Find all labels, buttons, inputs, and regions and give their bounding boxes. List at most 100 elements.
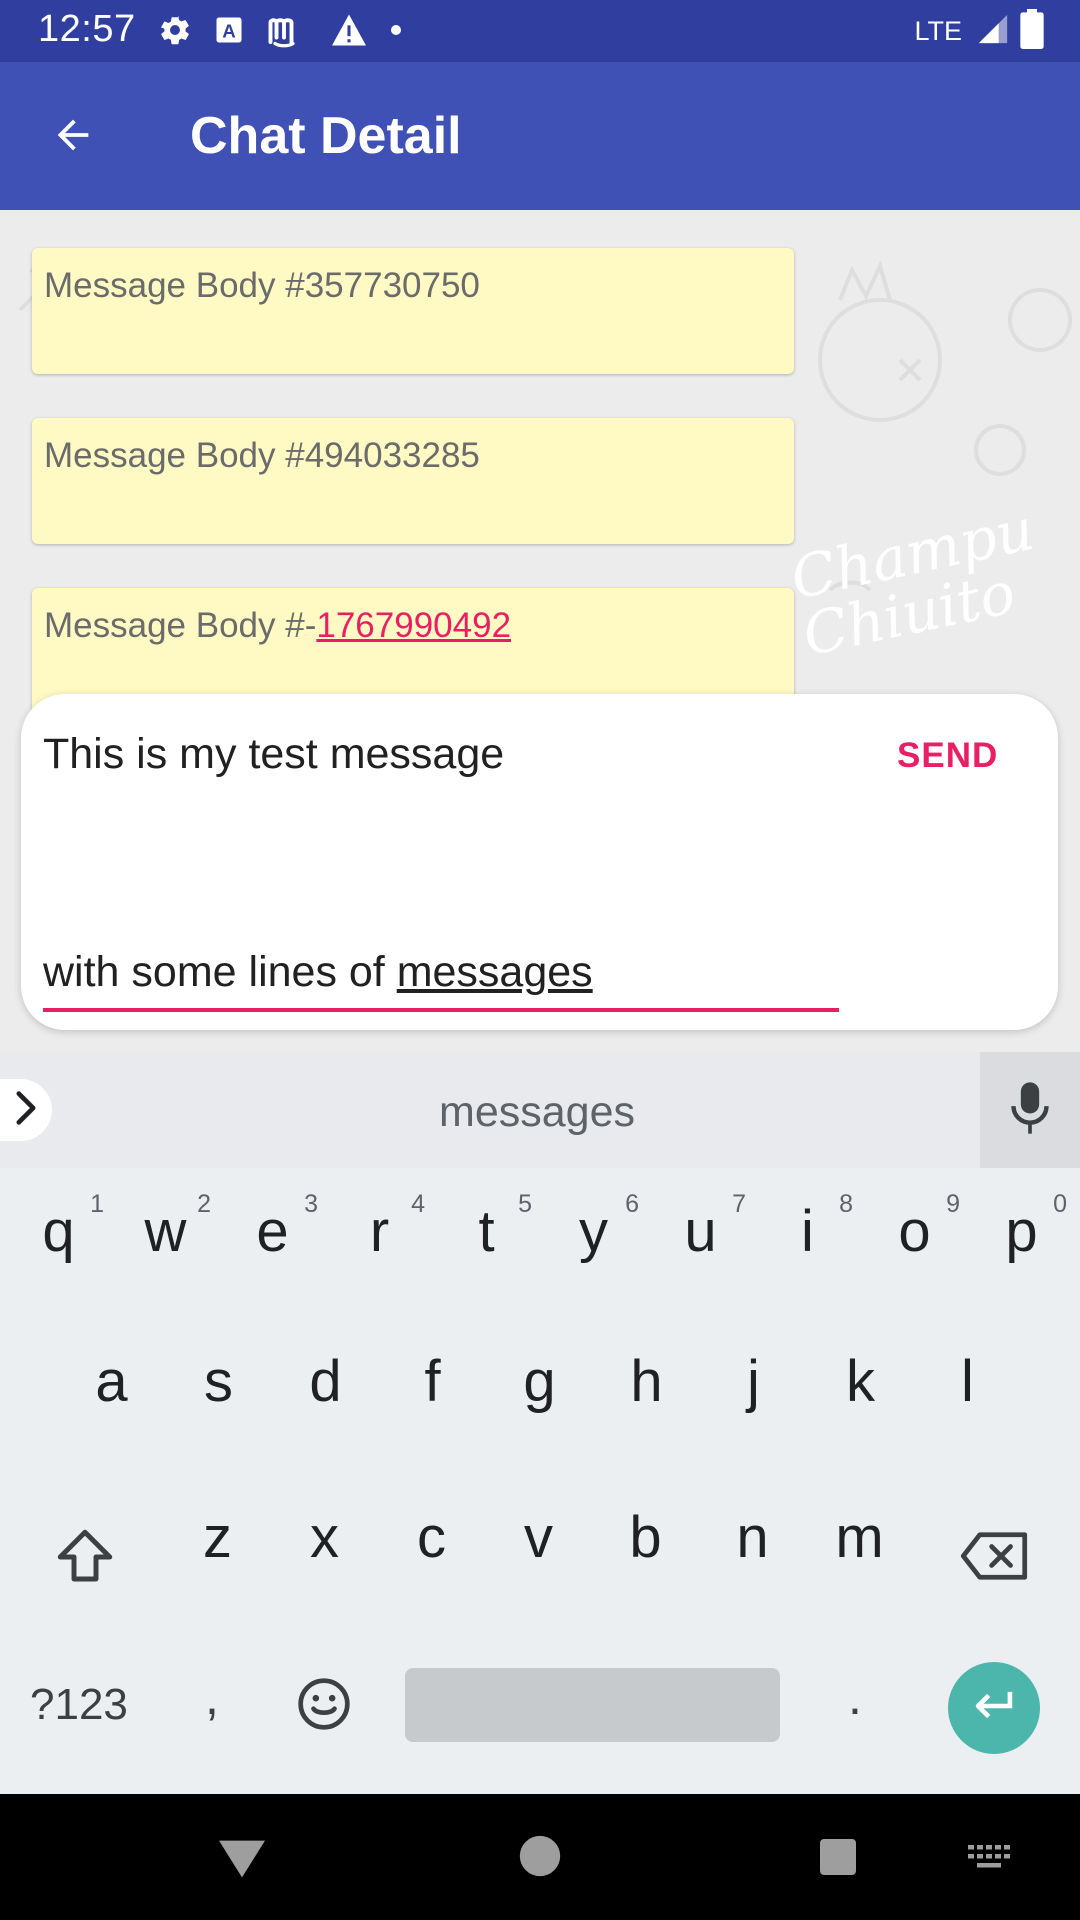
key-m[interactable]: m <box>806 1474 913 1584</box>
key-label: b <box>629 1505 662 1570</box>
key-label: x <box>310 1505 339 1570</box>
key-u[interactable]: u7 <box>647 1168 754 1278</box>
message-input-line-2[interactable]: with some lines of messages <box>43 948 593 997</box>
space-key[interactable] <box>405 1668 780 1742</box>
message-input-line-1[interactable]: This is my test message <box>43 730 504 779</box>
dot-icon <box>390 23 402 41</box>
text-a-icon: A <box>214 15 244 50</box>
key-s[interactable]: s <box>165 1318 272 1428</box>
suggestion-item[interactable]: messages <box>0 1088 1074 1137</box>
nav-home-button[interactable] <box>518 1834 562 1883</box>
key-label: n <box>736 1505 769 1570</box>
compose-card: This is my test message with some lines … <box>21 694 1058 1030</box>
arrow-left-icon <box>48 112 98 163</box>
keyboard-suggestion-strip: messages <box>0 1052 1080 1168</box>
key-label: j <box>747 1349 760 1414</box>
send-button[interactable]: SEND <box>897 736 998 776</box>
key-t[interactable]: t5 <box>433 1168 540 1278</box>
key-number-hint: 6 <box>625 1190 639 1218</box>
home-circle-icon <box>518 1835 562 1882</box>
message-text: Message Body #357730750 <box>44 266 480 305</box>
message-input-text: with some lines of <box>43 948 397 996</box>
recents-square-icon <box>818 1839 858 1882</box>
voice-input-button[interactable] <box>980 1052 1080 1168</box>
key-o[interactable]: o9 <box>861 1168 968 1278</box>
key-label: c <box>417 1505 446 1570</box>
nav-keyboard-switch-button[interactable] <box>966 1842 1012 1877</box>
key-b[interactable]: b <box>592 1474 699 1584</box>
message-bubble[interactable]: Message Body #357730750 <box>32 248 794 374</box>
svg-text:A: A <box>222 20 236 41</box>
message-text: Message Body #-1767990492 <box>44 606 511 646</box>
key-q[interactable]: q1 <box>5 1168 112 1278</box>
system-navigation-bar <box>0 1794 1080 1920</box>
key-label: g <box>523 1349 556 1414</box>
key-d[interactable]: d <box>272 1318 379 1428</box>
battery-icon <box>1020 8 1044 54</box>
status-notification-icons: A <box>158 12 402 52</box>
signal-icon <box>976 12 1010 51</box>
page-title: Chat Detail <box>190 107 462 165</box>
key-a[interactable]: a <box>58 1318 165 1428</box>
back-triangle-icon <box>214 1840 270 1886</box>
key-e[interactable]: e3 <box>219 1168 326 1278</box>
key-h[interactable]: h <box>593 1318 700 1428</box>
soft-keyboard: q1w2e3r4t5y6u7i8o9p0 a s d f g h j k l z x c v b n m ?… <box>0 1168 1080 1794</box>
phone-number-link[interactable]: 1767990492 <box>316 606 511 645</box>
message-text: Message Body #494033285 <box>44 436 480 475</box>
key-f[interactable]: f <box>379 1318 486 1428</box>
key-k[interactable]: k <box>807 1318 914 1428</box>
key-w[interactable]: w2 <box>112 1168 219 1278</box>
app-logo-icon <box>266 12 308 53</box>
key-label: f <box>424 1349 441 1414</box>
nav-recents-button[interactable] <box>818 1836 858 1883</box>
message-bubble[interactable]: Message Body #494033285 <box>32 418 794 544</box>
message-input-underline <box>43 1008 839 1012</box>
key-label: d <box>309 1349 342 1414</box>
key-label: k <box>846 1349 875 1414</box>
warning-icon <box>330 13 368 52</box>
symbols-key[interactable]: ?123 <box>30 1680 128 1730</box>
key-label: l <box>961 1349 974 1414</box>
key-number-hint: 2 <box>197 1190 211 1218</box>
key-number-hint: 7 <box>732 1190 746 1218</box>
key-number-hint: 5 <box>518 1190 532 1218</box>
key-number-hint: 3 <box>304 1190 318 1218</box>
key-x[interactable]: x <box>271 1474 378 1584</box>
key-z[interactable]: z <box>164 1474 271 1584</box>
key-number-hint: 9 <box>946 1190 960 1218</box>
key-label: z <box>203 1505 232 1570</box>
key-label: a <box>95 1349 128 1414</box>
composing-word: messages <box>396 948 593 996</box>
key-c[interactable]: c <box>378 1474 485 1584</box>
shift-key[interactable] <box>52 1524 118 1590</box>
key-label: m <box>835 1505 884 1570</box>
network-type-label: LTE <box>914 15 962 46</box>
key-label: h <box>630 1349 663 1414</box>
period-key[interactable]: . <box>848 1668 862 1726</box>
gear-icon <box>158 13 192 52</box>
key-y[interactable]: y6 <box>540 1168 647 1278</box>
enter-key[interactable] <box>948 1662 1040 1754</box>
key-p[interactable]: p0 <box>968 1168 1075 1278</box>
nav-back-button[interactable] <box>214 1836 270 1887</box>
key-l[interactable]: l <box>914 1318 1021 1428</box>
key-label: v <box>524 1505 553 1570</box>
key-j[interactable]: j <box>700 1318 807 1428</box>
status-time: 12:57 <box>38 8 136 50</box>
emoji-key[interactable] <box>296 1676 352 1732</box>
key-g[interactable]: g <box>486 1318 593 1428</box>
comma-key[interactable]: , <box>205 1668 219 1726</box>
key-number-hint: 0 <box>1053 1190 1067 1218</box>
key-v[interactable]: v <box>485 1474 592 1584</box>
chevron-right-icon <box>11 1090 41 1131</box>
key-number-hint: 1 <box>90 1190 104 1218</box>
shift-arrow-icon <box>52 1529 118 1594</box>
key-r[interactable]: r4 <box>326 1168 433 1278</box>
key-n[interactable]: n <box>699 1474 806 1584</box>
back-button[interactable] <box>38 107 108 167</box>
key-number-hint: 8 <box>839 1190 853 1218</box>
backspace-key[interactable] <box>958 1530 1030 1582</box>
key-i[interactable]: i8 <box>754 1168 861 1278</box>
status-bar: 12:57 A LTE <box>0 0 1080 62</box>
